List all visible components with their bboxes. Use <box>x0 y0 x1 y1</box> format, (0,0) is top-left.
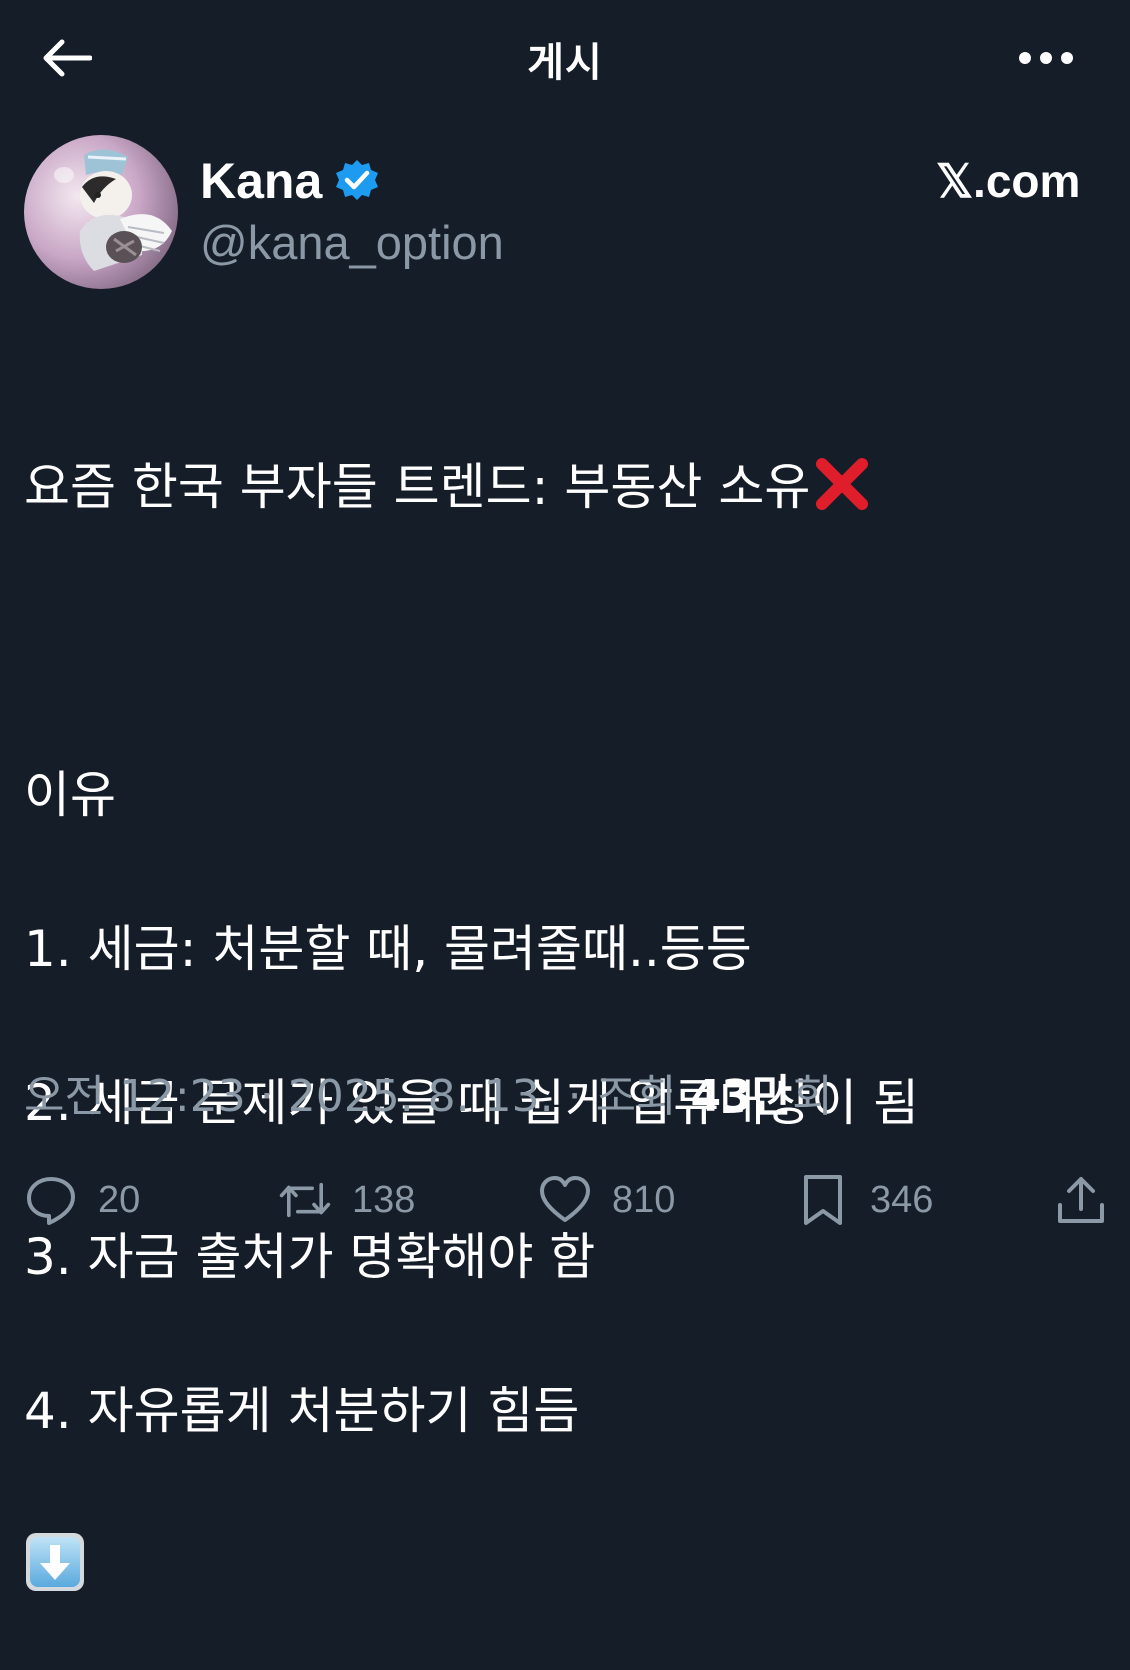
views-label: 조회 <box>595 1071 677 1122</box>
post-date[interactable]: 2025. 8. 13. <box>288 1071 554 1122</box>
page-title: 게시 <box>527 40 603 86</box>
author-avatar[interactable] <box>24 135 178 289</box>
post-line-4: 1. 세금: 처분할 때, 물려줄때..등등 <box>24 920 752 978</box>
post-actions-bar: 20 138 810 346 <box>0 1160 1130 1240</box>
top-bar: 게시 <box>0 0 1130 116</box>
more-options-button[interactable] <box>1014 40 1078 76</box>
bookmark-count: 346 <box>870 1178 934 1221</box>
meta-separator-2: · <box>553 1071 596 1122</box>
bookmark-icon <box>804 1175 842 1225</box>
share-icon <box>1058 1177 1104 1223</box>
reply-button[interactable]: 20 <box>24 1170 140 1230</box>
like-button[interactable]: 810 <box>538 1170 675 1230</box>
share-button[interactable] <box>1054 1170 1108 1230</box>
red-cross-mark-icon <box>816 458 869 510</box>
post-text: 요즘 한국 부자들 트렌드: 부동산 소유 이유 1. 세금: 처분할 때, 물… <box>24 372 1114 1670</box>
post-line-3: 이유 <box>24 766 116 824</box>
down-arrow-emoji-icon <box>26 1533 84 1591</box>
author-handle[interactable]: @kana_option <box>200 215 504 270</box>
repost-count: 138 <box>352 1178 416 1221</box>
post-metadata: 오전 12:23 · 2025. 8. 13. · 조회 43만회 <box>24 1060 833 1124</box>
post-line-1: 요즘 한국 부자들 트렌드: 부동산 소유 <box>24 449 1114 526</box>
post-line-7: 4. 자유롭게 처분하기 힘듬 <box>24 1382 580 1440</box>
reply-icon <box>27 1177 75 1225</box>
verified-badge-icon <box>336 160 379 200</box>
author-display-name[interactable]: Kana <box>200 152 322 210</box>
views-suffix: 회 <box>792 1071 833 1122</box>
heart-icon <box>540 1176 590 1222</box>
avatar-cat-illustration <box>24 135 178 289</box>
post-time[interactable]: 오전 12:23 <box>24 1071 246 1122</box>
reply-count: 20 <box>98 1178 141 1221</box>
author-name-row: Kana <box>200 150 380 212</box>
repost-icon <box>279 1182 331 1218</box>
like-count: 810 <box>612 1178 676 1221</box>
bookmark-button[interactable]: 346 <box>796 1170 933 1230</box>
views-count[interactable]: 43만 <box>691 1071 793 1122</box>
meta-separator: · <box>245 1071 288 1122</box>
source-brand: 𝕏.com <box>936 155 1081 207</box>
post-line-1-text: 요즘 한국 부자들 트렌드: 부동산 소유 <box>24 458 811 516</box>
post-line-2 <box>24 603 1114 680</box>
repost-button[interactable]: 138 <box>278 1170 415 1230</box>
more-horizontal-icon <box>1019 52 1073 64</box>
